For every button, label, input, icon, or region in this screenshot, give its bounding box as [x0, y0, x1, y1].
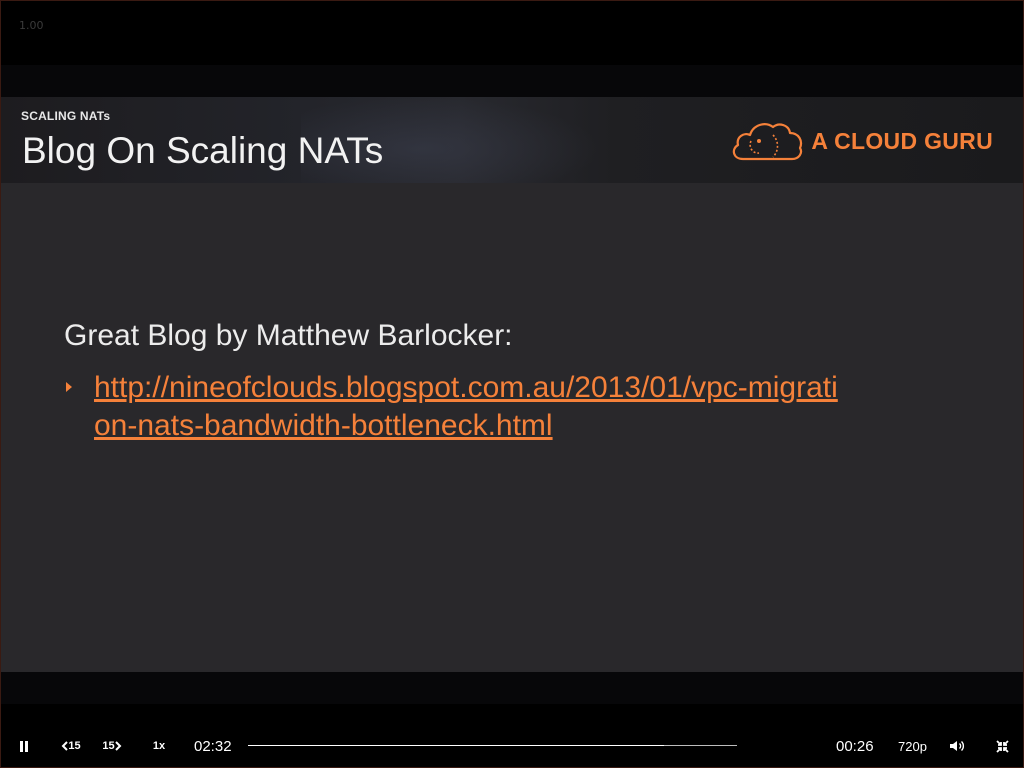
bullet-arrow-icon — [66, 382, 72, 392]
video-letterbox-top — [1, 65, 1023, 97]
slide-header: SCALING NATs Blog On Scaling NATs A CLOU… — [1, 97, 1023, 183]
player-controls: 15 15 1x 02:32 00:26 720p — [1, 729, 1023, 763]
exit-fullscreen-button[interactable] — [991, 729, 1013, 763]
progress-bar[interactable] — [248, 745, 737, 746]
video-letterbox-bottom — [1, 672, 1023, 704]
brand-name: A CLOUD GURU — [811, 127, 993, 154]
quality-selector[interactable]: 720p — [898, 729, 927, 763]
blog-link[interactable]: http://nineofclouds.blogspot.com.au/2013… — [94, 369, 854, 445]
playback-speed-button[interactable]: 1x — [147, 729, 171, 763]
player-version-label: 1.00 — [19, 19, 44, 32]
video-slide[interactable]: SCALING NATs Blog On Scaling NATs A CLOU… — [1, 97, 1023, 672]
exit-fullscreen-icon — [995, 739, 1009, 753]
bullet-item: http://nineofclouds.blogspot.com.au/2013… — [64, 369, 964, 445]
volume-icon — [950, 741, 965, 751]
chevron-left-icon — [61, 741, 69, 751]
slide-lead-text: Great Blog by Matthew Barlocker: — [64, 319, 513, 352]
rewind-15-button[interactable]: 15 — [57, 729, 85, 763]
video-player: 1.00 SCALING NATs Blog On Scaling NATs A… — [0, 0, 1024, 768]
cloud-logo-icon — [733, 123, 803, 161]
progress-bar-fill — [248, 745, 664, 746]
volume-button[interactable] — [946, 729, 968, 763]
pause-button[interactable] — [13, 729, 35, 763]
brand-logo: A CLOUD GURU — [729, 119, 993, 163]
forward-15-button[interactable]: 15 — [98, 729, 126, 763]
slide-title: Blog On Scaling NATs — [22, 130, 384, 171]
rewind-15-label: 15 — [68, 740, 81, 752]
elapsed-time: 02:32 — [194, 737, 232, 755]
forward-15-label: 15 — [102, 740, 115, 752]
slide-section-label: SCALING NATs — [21, 109, 111, 123]
remaining-time: 00:26 — [836, 737, 874, 755]
chevron-right-icon — [114, 741, 122, 751]
pause-icon — [20, 740, 28, 752]
slide-body: Great Blog by Matthew Barlocker: http://… — [64, 319, 964, 445]
